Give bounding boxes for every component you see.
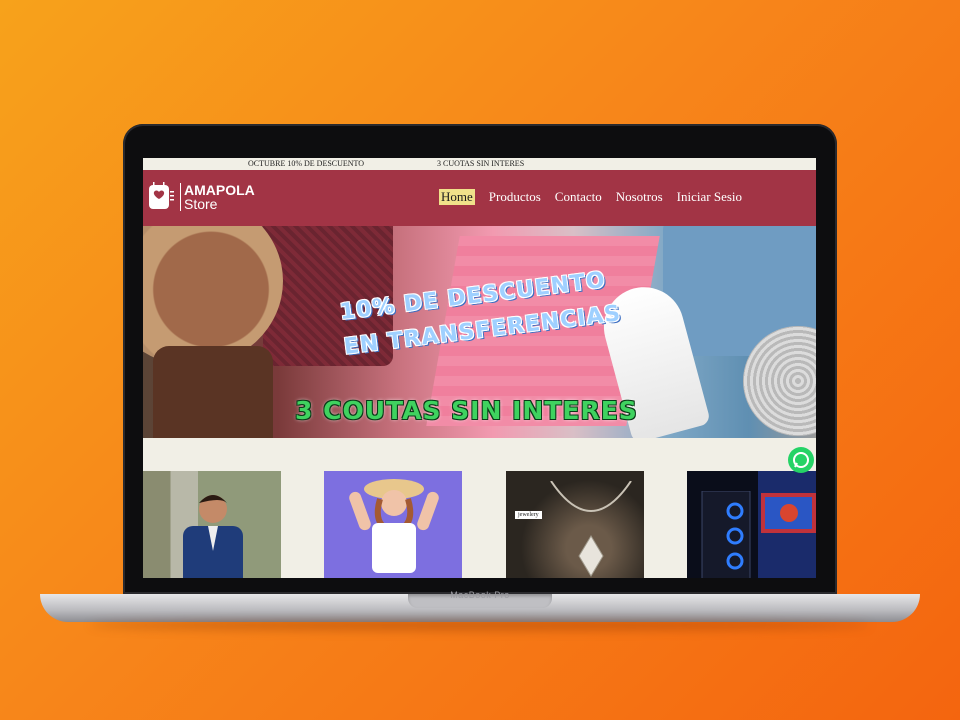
hero-bag bbox=[153, 346, 273, 438]
nav-productos[interactable]: Productos bbox=[489, 189, 541, 205]
nav-nosotros[interactable]: Nosotros bbox=[616, 189, 663, 205]
hero-banner[interactable]: 10% DE DESCUENTO EN TRANSFERENCIAS 3 COU… bbox=[143, 226, 816, 438]
pc-tower-image bbox=[701, 491, 751, 578]
hero-line3: 3 COUTAS SIN INTERES bbox=[295, 396, 638, 425]
store-logo[interactable]: AMAPOLA Store bbox=[146, 180, 255, 214]
logo-line1: AMAPOLA bbox=[184, 182, 255, 198]
jewelery-tag: jewelery bbox=[515, 511, 542, 519]
card-men[interactable] bbox=[143, 471, 281, 578]
hero-hat bbox=[143, 226, 283, 366]
whatsapp-button[interactable] bbox=[788, 447, 814, 473]
announcement-bar: OCTUBRE 10% DE DESCUENTO 3 CUOTAS SIN IN… bbox=[143, 158, 816, 170]
announcement-left: OCTUBRE 10% DE DESCUENTO bbox=[248, 159, 365, 168]
woman-with-hat-image bbox=[349, 479, 439, 573]
device-label: MacBook Pro bbox=[450, 590, 510, 600]
main-nav: Home Productos Contacto Nosotros Iniciar… bbox=[439, 189, 756, 205]
nav-home[interactable]: Home bbox=[439, 189, 475, 205]
card-women[interactable] bbox=[324, 471, 462, 578]
card-electronics[interactable] bbox=[687, 471, 816, 578]
laptop-shadow bbox=[90, 620, 870, 630]
nav-iniciar-sesion[interactable]: Iniciar Sesio bbox=[677, 189, 742, 205]
monitor-image bbox=[761, 493, 816, 533]
card-jewelery[interactable]: jewelery bbox=[506, 471, 644, 578]
announcement-right: 3 CUOTAS SIN INTERES bbox=[437, 159, 525, 168]
logo-chip-icon bbox=[146, 182, 176, 212]
category-cards: jewelery bbox=[143, 438, 816, 578]
whatsapp-icon bbox=[793, 452, 809, 468]
site-header: AMAPOLA Store Home Productos Contacto No… bbox=[143, 170, 816, 226]
website-screen: OCTUBRE 10% DE DESCUENTO 3 CUOTAS SIN IN… bbox=[143, 158, 816, 578]
necklace-image bbox=[550, 481, 632, 577]
nav-contacto[interactable]: Contacto bbox=[555, 189, 602, 205]
man-in-suit-image bbox=[183, 495, 243, 578]
logo-line2: Store bbox=[184, 196, 218, 212]
